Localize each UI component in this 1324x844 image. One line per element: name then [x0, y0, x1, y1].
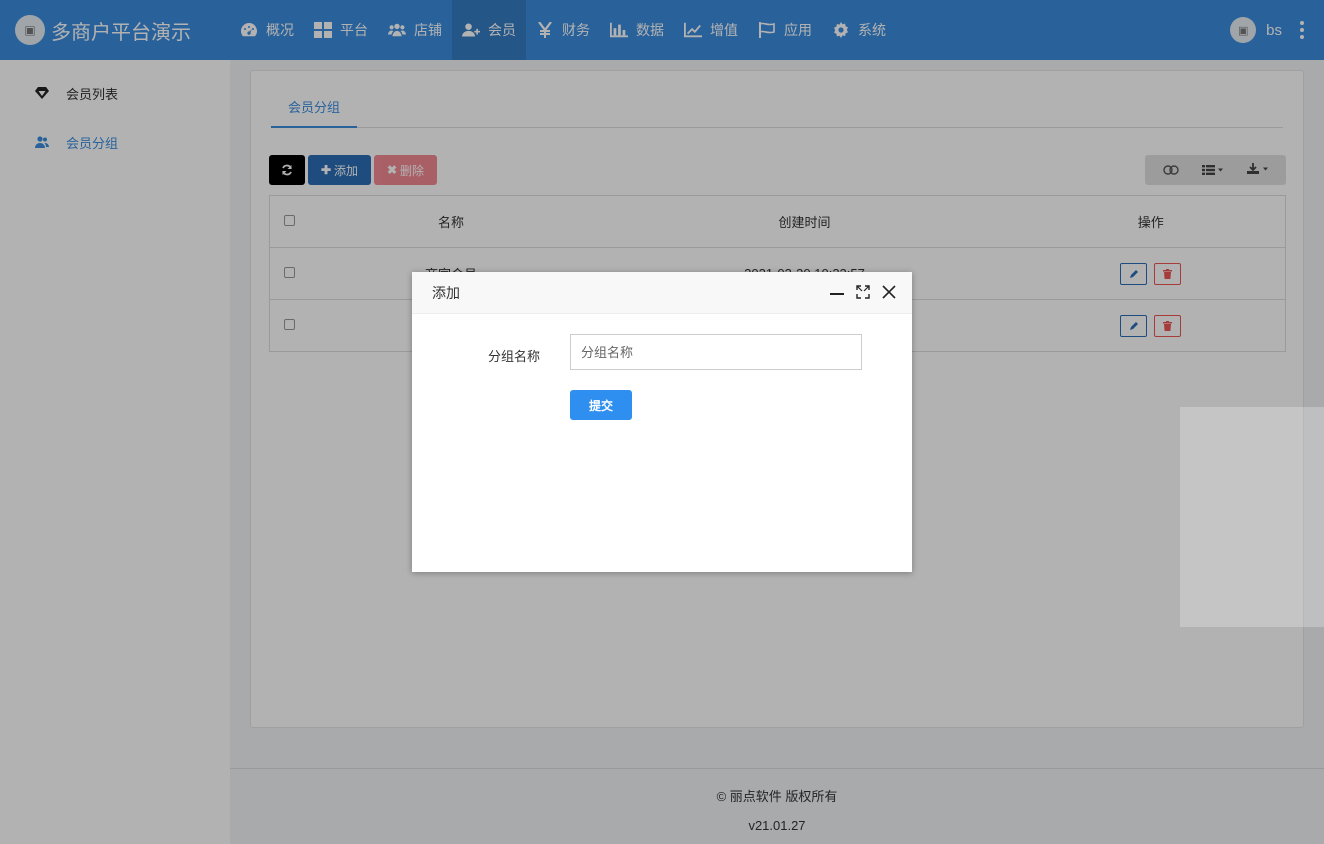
dialog-controls — [830, 285, 896, 302]
group-name-label: 分组名称 — [487, 349, 540, 364]
close-icon[interactable] — [882, 285, 896, 302]
add-group-dialog: 添加 分组名称 提交 — [412, 272, 912, 572]
dialog-title: 添加 — [432, 284, 460, 301]
floating-panel-ghost — [1180, 407, 1324, 627]
minimize-icon[interactable] — [830, 285, 844, 302]
submit-button[interactable]: 提交 — [570, 390, 632, 420]
maximize-icon[interactable] — [856, 285, 870, 302]
group-name-input[interactable] — [570, 334, 862, 370]
dialog-header[interactable]: 添加 — [412, 272, 912, 314]
